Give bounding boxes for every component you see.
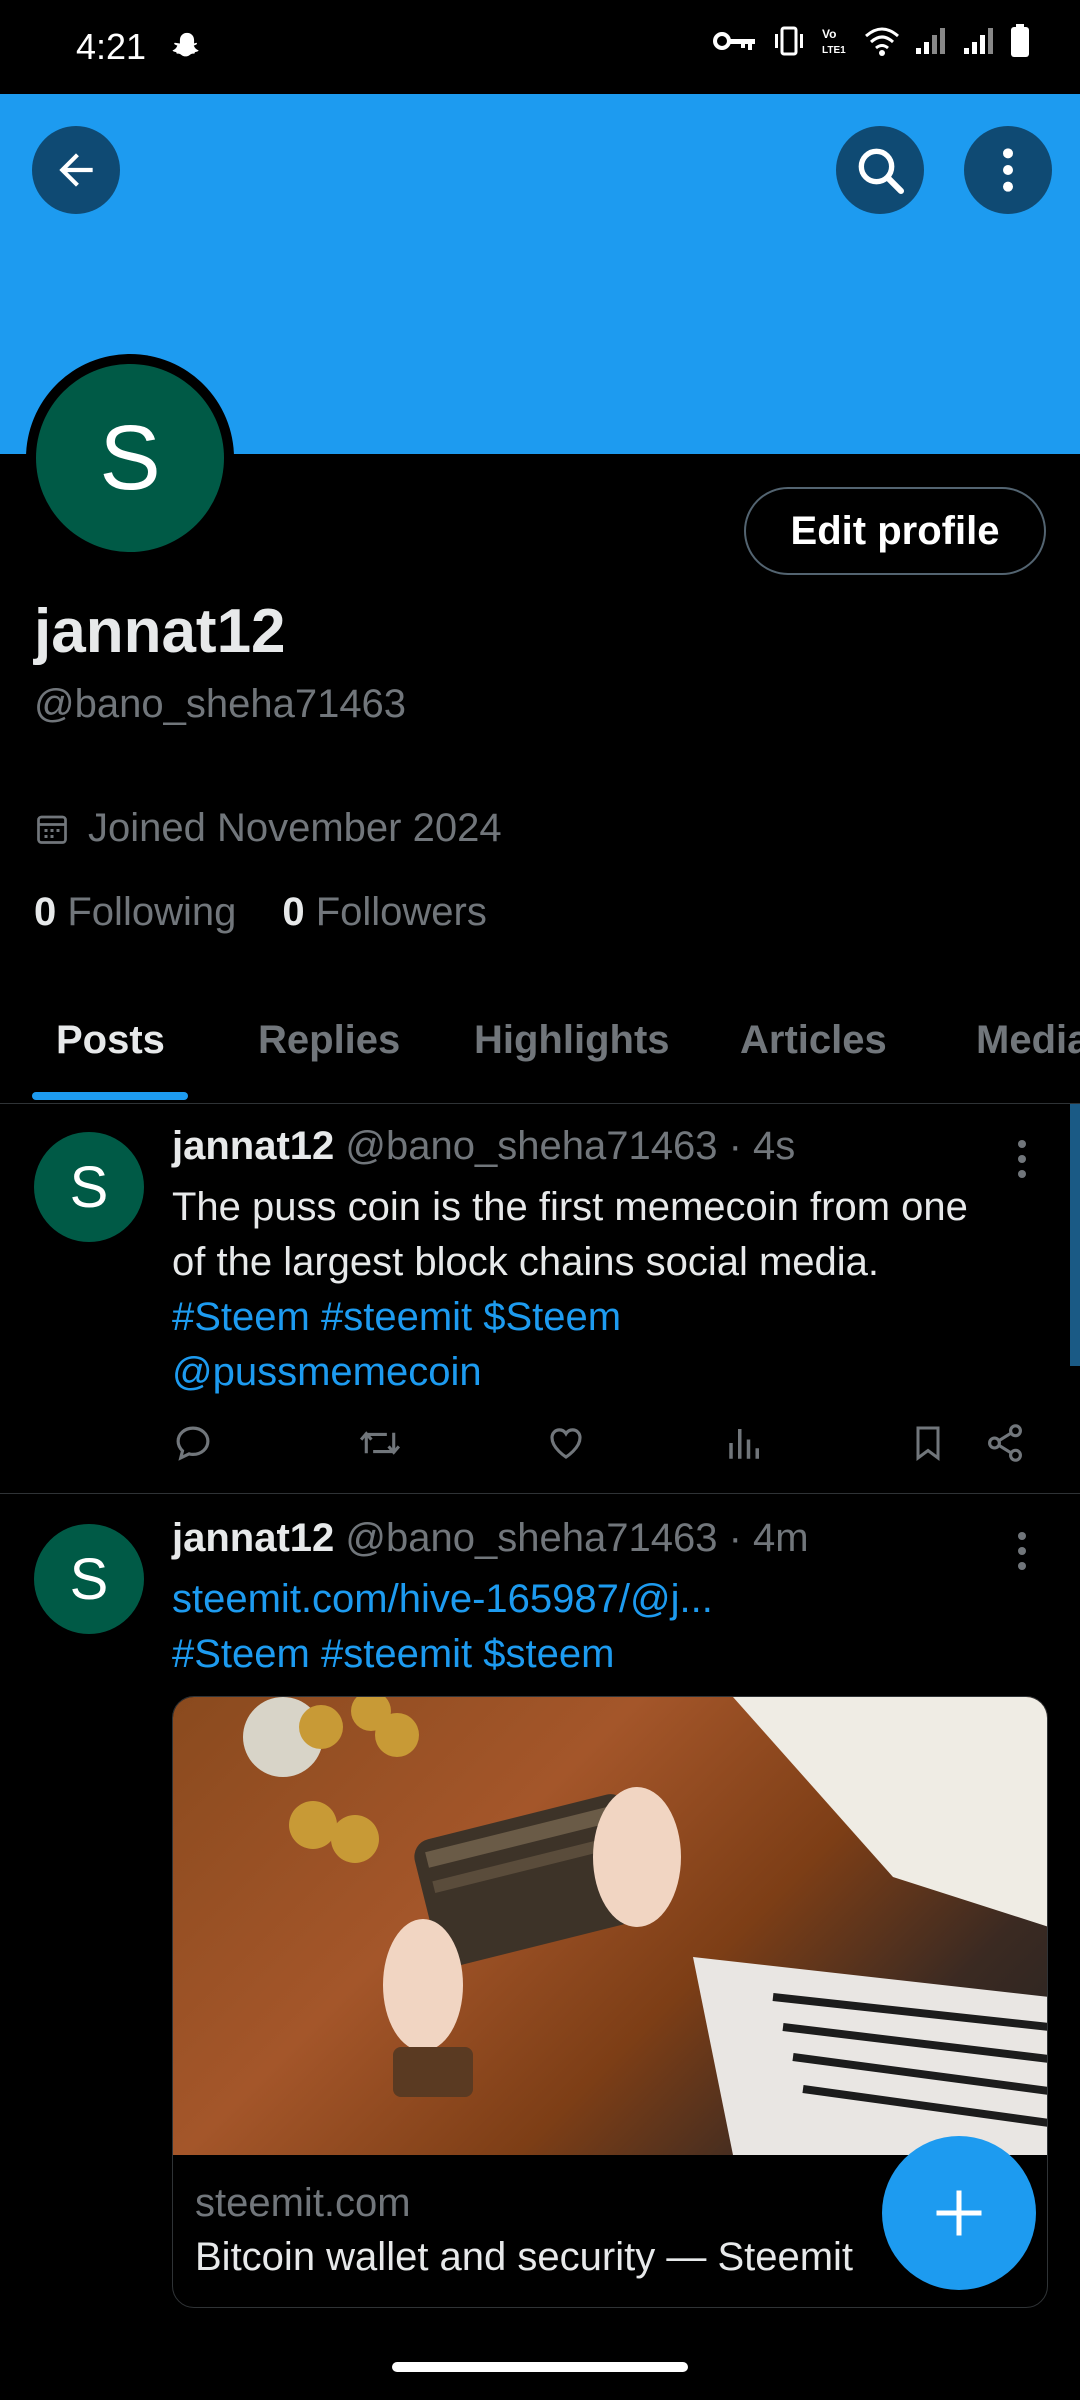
tweet-text: The puss coin is the first memecoin from… bbox=[172, 1180, 1032, 1400]
follow-stats: 0 Following 0 Followers bbox=[34, 890, 487, 935]
card-title: Bitcoin wallet and security — Steemit bbox=[195, 2235, 854, 2279]
tweet-author-name[interactable]: jannat12 bbox=[172, 1124, 334, 1168]
tab-posts[interactable]: Posts bbox=[56, 1018, 165, 1063]
joined-label: Joined November 2024 bbox=[88, 806, 502, 850]
reply-icon[interactable] bbox=[172, 1422, 214, 1464]
search-button[interactable] bbox=[836, 126, 924, 214]
back-button[interactable] bbox=[32, 126, 120, 214]
status-icons: Vo LTE1 bbox=[712, 24, 1030, 58]
card-image bbox=[173, 1697, 1047, 2155]
back-arrow-icon bbox=[59, 153, 93, 187]
repost-icon[interactable] bbox=[356, 1422, 404, 1464]
vpn-key-icon bbox=[713, 32, 755, 50]
more-options-button[interactable] bbox=[964, 126, 1052, 214]
svg-text:Vo: Vo bbox=[822, 27, 836, 41]
tweet-text-line: The puss coin is the first memecoin from… bbox=[172, 1185, 968, 1229]
snapchat-icon bbox=[172, 32, 199, 57]
tweet-text: steemit.com/hive-165987/@j... #Steem #st… bbox=[172, 1572, 1032, 1682]
tweet-more-button[interactable] bbox=[1016, 1140, 1028, 1178]
svg-text:LTE1: LTE1 bbox=[822, 45, 846, 56]
tweet-meta: @bano_sheha71463 · 4s bbox=[345, 1124, 796, 1168]
tweet-author-name[interactable]: jannat12 bbox=[172, 1516, 334, 1560]
share-icon[interactable] bbox=[984, 1422, 1026, 1464]
following-label: Following bbox=[67, 890, 237, 934]
tab-highlights[interactable]: Highlights bbox=[474, 1018, 670, 1063]
wifi-icon bbox=[865, 27, 899, 56]
tweet-avatar[interactable]: S bbox=[34, 1132, 144, 1242]
tweet-header: jannat12 @bano_sheha71463 · 4m bbox=[172, 1516, 809, 1561]
tweet-avatar[interactable]: S bbox=[34, 1524, 144, 1634]
tweet-hashtags[interactable]: #Steem #steemit $Steem bbox=[172, 1290, 1032, 1345]
bookmark-icon[interactable] bbox=[908, 1422, 948, 1464]
tweet-more-button[interactable] bbox=[1016, 1532, 1028, 1570]
tweet-hashtags[interactable]: #Steem #steemit $steem bbox=[172, 1627, 1032, 1682]
signal-icon-2 bbox=[964, 28, 993, 54]
tweet-actions bbox=[172, 1422, 1032, 1472]
profile-tabs: Posts Replies Highlights Articles Media bbox=[0, 1000, 1080, 1104]
plus-icon bbox=[936, 2190, 982, 2236]
home-indicator[interactable] bbox=[392, 2362, 688, 2372]
more-vertical-icon bbox=[1003, 148, 1013, 192]
followers-count: 0 bbox=[282, 890, 305, 934]
avatar-letter: S bbox=[36, 364, 224, 552]
tweet-header: jannat12 @bano_sheha71463 · 4s bbox=[172, 1124, 795, 1169]
tab-articles[interactable]: Articles bbox=[740, 1018, 887, 1063]
tweet-text-line: of the largest block chains social media… bbox=[172, 1240, 880, 1284]
status-time: 4:21 bbox=[76, 26, 147, 67]
followers-label: Followers bbox=[315, 890, 487, 934]
following-link[interactable]: 0 Following bbox=[34, 890, 236, 935]
compose-button[interactable] bbox=[882, 2136, 1036, 2290]
profile-avatar[interactable]: S bbox=[26, 354, 234, 562]
status-bar: 4:21 Vo LTE1 bbox=[0, 0, 1080, 94]
views-icon[interactable] bbox=[724, 1422, 766, 1464]
followers-link[interactable]: 0 Followers bbox=[282, 890, 487, 935]
tab-media[interactable]: Media bbox=[976, 1018, 1080, 1063]
card-domain: steemit.com bbox=[195, 2181, 411, 2225]
volte-icon: Vo LTE1 bbox=[822, 27, 846, 56]
tweet-link[interactable]: steemit.com/hive-165987/@j... bbox=[172, 1572, 1032, 1627]
following-count: 0 bbox=[34, 890, 57, 934]
tweet-mention[interactable]: @pussmemecoin bbox=[172, 1345, 1032, 1400]
edit-profile-button[interactable]: Edit profile bbox=[744, 487, 1046, 575]
signal-icon bbox=[916, 28, 945, 54]
active-tab-indicator bbox=[32, 1092, 188, 1100]
display-name: jannat12 bbox=[34, 597, 286, 666]
user-handle: @bano_sheha71463 bbox=[34, 682, 407, 726]
joined-date: Joined November 2024 bbox=[34, 806, 502, 851]
card-photo bbox=[243, 1697, 1047, 2155]
tab-replies[interactable]: Replies bbox=[258, 1018, 400, 1063]
tweet[interactable]: S jannat12 @bano_sheha71463 · 4s The pus… bbox=[0, 1104, 1080, 1494]
like-icon[interactable] bbox=[544, 1422, 588, 1464]
calendar-icon bbox=[37, 815, 67, 844]
vibrate-icon bbox=[775, 26, 803, 56]
battery-icon bbox=[1011, 24, 1029, 57]
tweet-meta: @bano_sheha71463 · 4m bbox=[345, 1516, 809, 1560]
search-icon bbox=[858, 148, 905, 195]
